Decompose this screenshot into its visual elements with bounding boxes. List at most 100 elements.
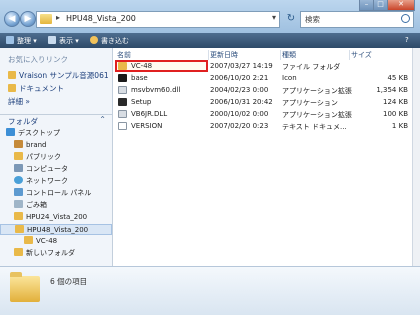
file-name: msvbvm60.dll [131, 86, 181, 94]
file-date: 2000/10/02 0:00 [210, 110, 269, 118]
column-divider[interactable] [280, 50, 281, 60]
minimize-icon[interactable]: – [359, 0, 374, 11]
folders-label: フォルダ [8, 117, 38, 126]
favorite-link[interactable]: ドキュメント [8, 83, 108, 95]
file-date: 2007/03/27 14:19 [210, 62, 273, 70]
tree-item[interactable]: デスクトップ [0, 128, 118, 139]
address-field[interactable]: ▸ HPU48_Vista_200 ▾ [36, 11, 280, 28]
tree-item-label: HPU48_Vista_200 [27, 226, 89, 234]
column-header-date[interactable]: 更新日時 [210, 50, 238, 60]
file-name: VC-48 [131, 62, 153, 70]
views-label: 表示 ▾ [59, 37, 79, 45]
organize-button[interactable]: 整理 ▾ [6, 36, 37, 46]
views-icon [48, 36, 56, 44]
file-name: VERSION [131, 122, 163, 130]
favorites-heading: お気に入りリンク [8, 55, 68, 64]
more-link[interactable]: 詳細 » [8, 96, 108, 108]
organize-label: 整理 ▾ [17, 37, 37, 45]
address-bar-area: ◀ ▶ ▸ HPU48_Vista_200 ▾ ↻ 検索 – □ ✕ [0, 0, 420, 33]
file-list: 名前 更新日時 種類 サイズ VC-48 2007/03/27 14:19 ファ… [113, 48, 412, 266]
file-size: 100 KB [383, 110, 408, 118]
folder-icon [14, 248, 23, 256]
burn-button[interactable]: 書き込む [90, 36, 129, 46]
refresh-icon[interactable]: ↻ [284, 11, 298, 26]
address-path: HPU48_Vista_200 [66, 14, 136, 23]
column-divider[interactable] [349, 50, 350, 60]
text-file-icon [118, 122, 127, 130]
column-divider[interactable] [208, 50, 209, 60]
maximize-icon[interactable]: □ [373, 0, 388, 11]
table-row[interactable]: Setup 2006/10/31 20:42 アプリケーション 124 KB [113, 97, 412, 108]
tree-item-label: ごみ箱 [26, 201, 47, 209]
file-name: VB6JR.DLL [131, 110, 168, 118]
folder-icon [14, 152, 23, 160]
file-date: 2004/02/23 0:00 [210, 86, 269, 94]
chevron-down-icon[interactable]: ▾ [272, 13, 276, 22]
tree-item-label: ネットワーク [26, 177, 68, 185]
back-icon[interactable]: ◀ [4, 11, 20, 27]
tree-item[interactable]: 新しいフォルダ [0, 248, 126, 259]
dll-file-icon [118, 110, 127, 118]
tree-item[interactable]: ごみ箱 [0, 200, 126, 211]
scrollbar[interactable] [412, 48, 420, 266]
tree-item[interactable]: コンピュータ [0, 164, 126, 175]
file-name: Setup [131, 98, 152, 106]
folders-header[interactable]: フォルダ ⌃ [0, 114, 112, 127]
tree-item-label: コンピュータ [26, 165, 68, 173]
tree-item[interactable]: パブリック [0, 152, 126, 163]
recycle-bin-icon [14, 200, 23, 208]
file-size: 45 KB [387, 74, 408, 82]
desktop-icon [6, 128, 15, 136]
favorite-link-label: ドキュメント [19, 84, 64, 93]
file-type: アプリケーション拡張 [282, 87, 352, 95]
more-label: 詳細 » [8, 97, 30, 106]
close-icon[interactable]: ✕ [387, 0, 415, 11]
file-date: 2006/10/31 20:42 [210, 98, 273, 106]
forward-icon[interactable]: ▶ [20, 11, 36, 27]
column-header-name[interactable]: 名前 [117, 50, 131, 60]
dll-file-icon [118, 86, 127, 94]
item-count: 6 個の項目 [50, 277, 88, 286]
search-icon[interactable] [401, 14, 410, 23]
tree-item-selected[interactable]: HPU48_Vista_200 [0, 224, 112, 235]
burn-icon [90, 36, 98, 44]
file-type: アプリケーション [282, 99, 338, 107]
chevron-up-icon[interactable]: ⌃ [99, 115, 106, 124]
tree-item-label: 新しいフォルダ [26, 249, 75, 257]
file-date: 2007/02/20 0:23 [210, 122, 269, 130]
column-header-size[interactable]: サイズ [351, 50, 372, 60]
table-row[interactable]: VB6JR.DLL 2000/10/02 0:00 アプリケーション拡張 100… [113, 109, 412, 120]
file-date: 2006/10/20 2:21 [210, 74, 269, 82]
control-panel-icon [14, 188, 23, 196]
file-name: base [131, 74, 148, 82]
table-row[interactable]: base 2006/10/20 2:21 Icon 45 KB [113, 73, 412, 84]
favorite-link[interactable]: Vraison サンプル音源061... [8, 70, 108, 82]
table-row[interactable]: VC-48 2007/03/27 14:19 ファイル フォルダ [113, 61, 412, 72]
breadcrumb-arrow-icon[interactable]: ▸ [56, 13, 60, 22]
folder-icon [15, 225, 24, 233]
documents-icon [8, 84, 16, 92]
table-row[interactable]: msvbvm60.dll 2004/02/23 0:00 アプリケーション拡張 … [113, 85, 412, 96]
column-header-type[interactable]: 種類 [282, 50, 296, 60]
help-icon[interactable]: ? [405, 36, 409, 44]
views-button[interactable]: 表示 ▾ [48, 36, 79, 46]
search-input[interactable]: 検索 [300, 11, 414, 28]
organize-icon [6, 36, 14, 44]
tree-item[interactable]: brand [0, 140, 126, 151]
tree-item-label: VC-48 [36, 237, 58, 245]
file-size: 1,354 KB [376, 86, 408, 94]
file-type: テキスト ドキュメ... [282, 123, 347, 131]
file-type: ファイル フォルダ [282, 63, 341, 71]
folder-icon [40, 14, 52, 24]
user-folder-icon [14, 140, 23, 148]
tree-item[interactable]: コントロール パネル [0, 188, 126, 199]
file-size: 1 KB [391, 122, 408, 130]
table-row[interactable]: VERSION 2007/02/20 0:23 テキスト ドキュメ... 1 K… [113, 121, 412, 132]
tree-item[interactable]: ネットワーク [0, 176, 126, 187]
folder-icon [10, 272, 40, 302]
setup-app-icon [118, 98, 127, 106]
tree-item[interactable]: HPU24_Vista_200 [0, 212, 126, 223]
details-pane: 6 個の項目 [0, 266, 420, 315]
tree-item-label: brand [26, 141, 47, 149]
command-bar: 整理 ▾ 表示 ▾ 書き込む ? [0, 33, 420, 48]
